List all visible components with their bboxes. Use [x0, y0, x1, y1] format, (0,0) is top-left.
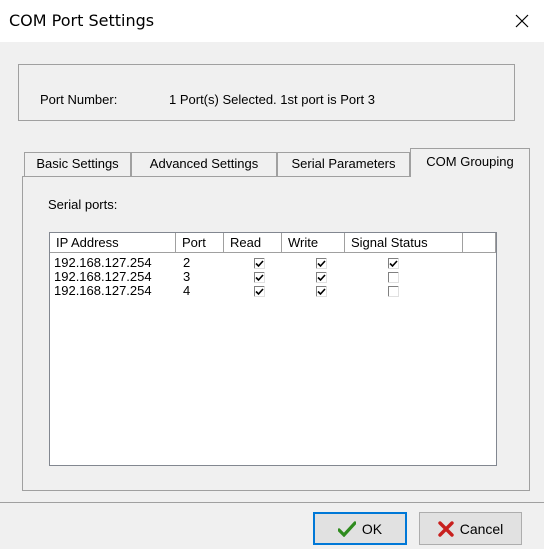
read-checkbox[interactable] — [254, 285, 265, 297]
checkmark-icon — [337, 520, 356, 537]
checked-checkbox-icon[interactable] — [388, 258, 399, 269]
column-header-signal-status[interactable]: Signal Status — [345, 233, 463, 253]
close-icon — [515, 14, 529, 28]
ok-label: OK — [361, 520, 383, 537]
ok-button[interactable]: OK — [313, 512, 407, 545]
tab-com-grouping[interactable]: COM Grouping — [410, 148, 530, 177]
divider — [0, 502, 544, 503]
column-header-port[interactable]: Port — [176, 233, 224, 253]
tab-advanced-settings[interactable]: Advanced Settings — [131, 152, 277, 176]
port-cell: 4 — [183, 283, 191, 298]
cancel-button[interactable]: Cancel — [419, 512, 522, 545]
checked-checkbox-icon[interactable] — [254, 286, 265, 297]
signal-status-checkbox[interactable] — [388, 271, 399, 283]
list-header: IP Address Port Read Write Signal Status — [50, 233, 496, 253]
close-button[interactable] — [500, 0, 544, 42]
window-title: COM Port Settings — [9, 11, 155, 30]
port-number-group: Port Number: 1 Port(s) Selected. 1st por… — [18, 64, 515, 121]
write-checkbox[interactable] — [316, 285, 327, 297]
unchecked-checkbox-icon[interactable] — [388, 286, 399, 297]
read-checkbox[interactable] — [254, 271, 265, 283]
x-icon — [438, 520, 454, 537]
signal-status-checkbox[interactable] — [388, 257, 399, 269]
serial-ports-label: Serial ports: — [48, 197, 118, 212]
tab-basic-settings[interactable]: Basic Settings — [24, 152, 131, 176]
checked-checkbox-icon[interactable] — [254, 272, 265, 283]
write-checkbox[interactable] — [316, 257, 327, 269]
title-bar: COM Port Settings — [0, 0, 544, 42]
unchecked-checkbox-icon[interactable] — [388, 272, 399, 283]
serial-ports-list[interactable]: IP Address Port Read Write Signal Status… — [49, 232, 497, 466]
port-number-label: Port Number: — [40, 92, 118, 107]
port-number-value: 1 Port(s) Selected. 1st port is Port 3 — [169, 92, 375, 107]
checked-checkbox-icon[interactable] — [254, 258, 265, 269]
cancel-label: Cancel — [459, 520, 504, 537]
tab-serial-parameters[interactable]: Serial Parameters — [277, 152, 410, 176]
com-grouping-panel: Serial ports: IP Address Port Read Write… — [22, 176, 530, 491]
ip-address-cell: 192.168.127.254 — [54, 283, 152, 298]
read-checkbox[interactable] — [254, 257, 265, 269]
checked-checkbox-icon[interactable] — [316, 272, 327, 283]
signal-status-checkbox[interactable] — [388, 285, 399, 297]
write-checkbox[interactable] — [316, 271, 327, 283]
column-header-ip-address[interactable]: IP Address — [50, 233, 176, 253]
column-header-read[interactable]: Read — [224, 233, 282, 253]
checked-checkbox-icon[interactable] — [316, 258, 327, 269]
column-header-write[interactable]: Write — [282, 233, 345, 253]
table-row[interactable]: 192.168.127.254 4 — [50, 283, 496, 299]
checked-checkbox-icon[interactable] — [316, 286, 327, 297]
column-header-filler — [463, 233, 496, 253]
